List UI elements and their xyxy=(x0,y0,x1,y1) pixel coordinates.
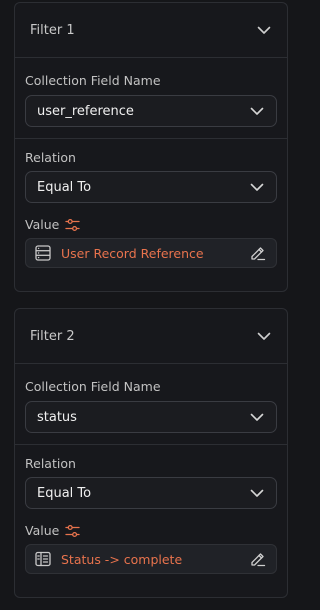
chevron-down-icon xyxy=(248,102,266,120)
relation-label: Relation xyxy=(25,150,76,165)
value-label: Value xyxy=(25,523,60,538)
settings-sliders-icon[interactable] xyxy=(65,524,80,538)
filter-2-header[interactable]: Filter 2 xyxy=(15,309,287,364)
relation-select[interactable]: Equal To xyxy=(25,171,277,203)
collection-field-select[interactable]: user_reference xyxy=(25,95,277,127)
relation-select[interactable]: Equal To xyxy=(25,477,277,509)
filter-title: Filter 2 xyxy=(30,328,75,344)
chevron-down-icon[interactable] xyxy=(255,327,273,345)
collection-field-value: user_reference xyxy=(37,103,134,119)
value-box[interactable]: Status -> complete xyxy=(25,544,277,574)
collection-field-label: Collection Field Name xyxy=(25,379,161,394)
edit-pencil-icon[interactable] xyxy=(248,549,268,569)
chevron-down-icon xyxy=(248,178,266,196)
value-box[interactable]: User Record Reference xyxy=(25,238,277,268)
filter-title: Filter 1 xyxy=(30,22,75,38)
filter-card-2: Filter 2 Collection Field Name status Re… xyxy=(14,308,288,598)
edit-pencil-icon[interactable] xyxy=(248,243,268,263)
relation-label: Relation xyxy=(25,456,76,471)
chevron-down-icon xyxy=(248,408,266,426)
document-list-icon xyxy=(34,550,52,568)
relation-value: Equal To xyxy=(37,179,92,195)
relation-value: Equal To xyxy=(37,485,92,501)
database-icon xyxy=(34,244,52,262)
value-label-row: Value xyxy=(25,523,277,538)
value-label-row: Value xyxy=(25,217,277,232)
value-label: Value xyxy=(25,217,60,232)
filter-1-header[interactable]: Filter 1 xyxy=(15,3,287,58)
value-text: Status -> complete xyxy=(61,551,183,567)
chevron-down-icon[interactable] xyxy=(255,21,273,39)
collection-field-select[interactable]: status xyxy=(25,401,277,433)
value-text: User Record Reference xyxy=(61,245,204,261)
collection-field-value: status xyxy=(37,409,77,425)
filter-card-1: Filter 1 Collection Field Name user_refe… xyxy=(14,2,288,292)
chevron-down-icon xyxy=(248,484,266,502)
settings-sliders-icon[interactable] xyxy=(65,218,80,232)
collection-field-label: Collection Field Name xyxy=(25,73,161,88)
